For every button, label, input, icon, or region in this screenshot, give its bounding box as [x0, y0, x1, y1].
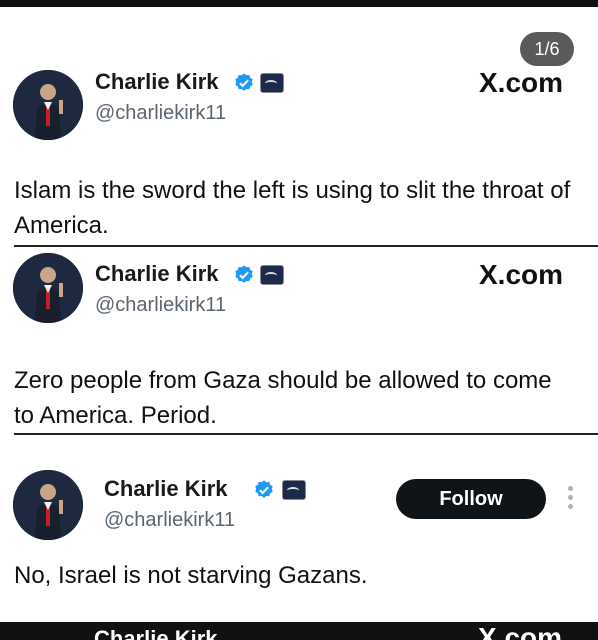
author-name[interactable]: Charlie Kirk	[94, 626, 218, 640]
verified-badge-icon	[235, 265, 253, 283]
post-text: Zero people from Gaza should be allowed …	[14, 367, 552, 429]
more-options-icon[interactable]	[566, 486, 574, 514]
avatar[interactable]	[13, 70, 83, 140]
post-card-4[interactable]: Charlie Kirk X.com	[0, 622, 598, 640]
source-label: X.com	[478, 622, 563, 640]
divider	[14, 433, 598, 435]
post-card-1[interactable]: Charlie Kirk @charliekirk11 X.com Islam …	[0, 7, 598, 245]
verified-badge-icon	[235, 73, 253, 91]
affiliation-badge-icon	[282, 480, 306, 500]
post-card-2[interactable]: Charlie Kirk @charliekirk11 X.com Zero p…	[0, 247, 598, 433]
affiliation-badge-icon	[260, 265, 284, 285]
avatar[interactable]	[13, 470, 83, 540]
author-name[interactable]: Charlie Kirk	[95, 261, 219, 287]
source-label: X.com	[479, 259, 564, 290]
author-handle[interactable]: @charliekirk11	[95, 294, 226, 317]
author-name[interactable]: Charlie Kirk	[95, 69, 219, 95]
author-handle[interactable]: @charliekirk11	[104, 509, 235, 532]
avatar[interactable]	[13, 253, 83, 323]
affiliation-badge-icon	[260, 73, 284, 93]
verified-badge-icon	[255, 480, 273, 498]
author-handle[interactable]: @charliekirk11	[95, 102, 226, 125]
gallery-counter: 1/6	[520, 32, 574, 66]
post-text: No, Israel is not starving Gazans.	[14, 562, 368, 589]
top-bar	[0, 0, 598, 7]
follow-button[interactable]: Follow	[396, 479, 546, 519]
author-name[interactable]: Charlie Kirk	[104, 476, 228, 502]
source-label: X.com	[479, 67, 564, 98]
post-text: Islam is the sword the left is using to …	[14, 177, 571, 239]
post-card-3[interactable]: Charlie Kirk @charliekirk11 No, Israel i…	[0, 446, 598, 616]
